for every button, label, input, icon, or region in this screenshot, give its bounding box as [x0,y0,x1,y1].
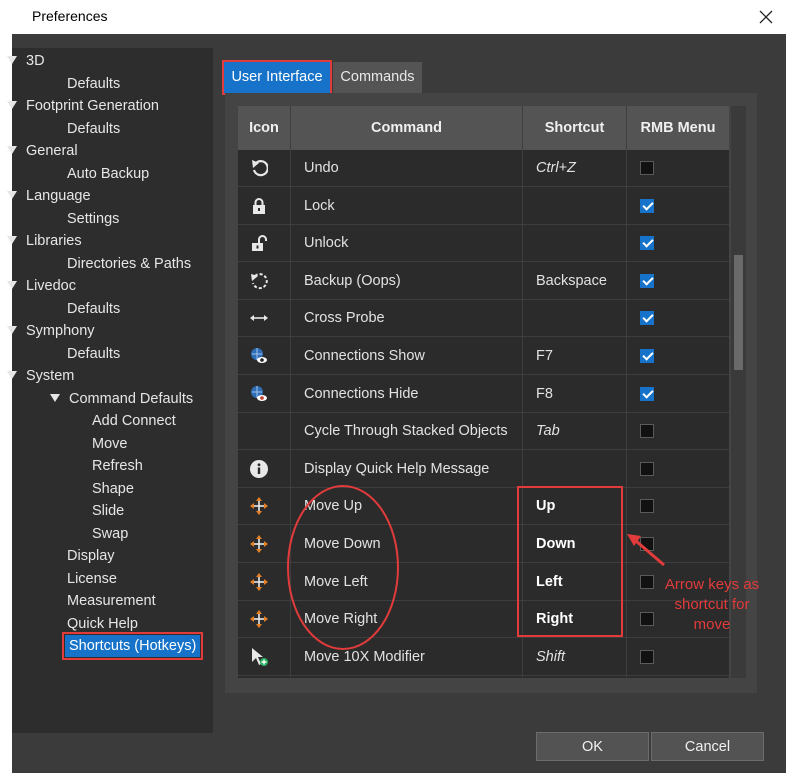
cancel-button[interactable]: Cancel [651,732,764,761]
ok-button[interactable]: OK [536,732,649,761]
annotation-arrow-icon [627,534,665,567]
annotation-text: Arrow keys as shortcut for move [664,576,760,633]
